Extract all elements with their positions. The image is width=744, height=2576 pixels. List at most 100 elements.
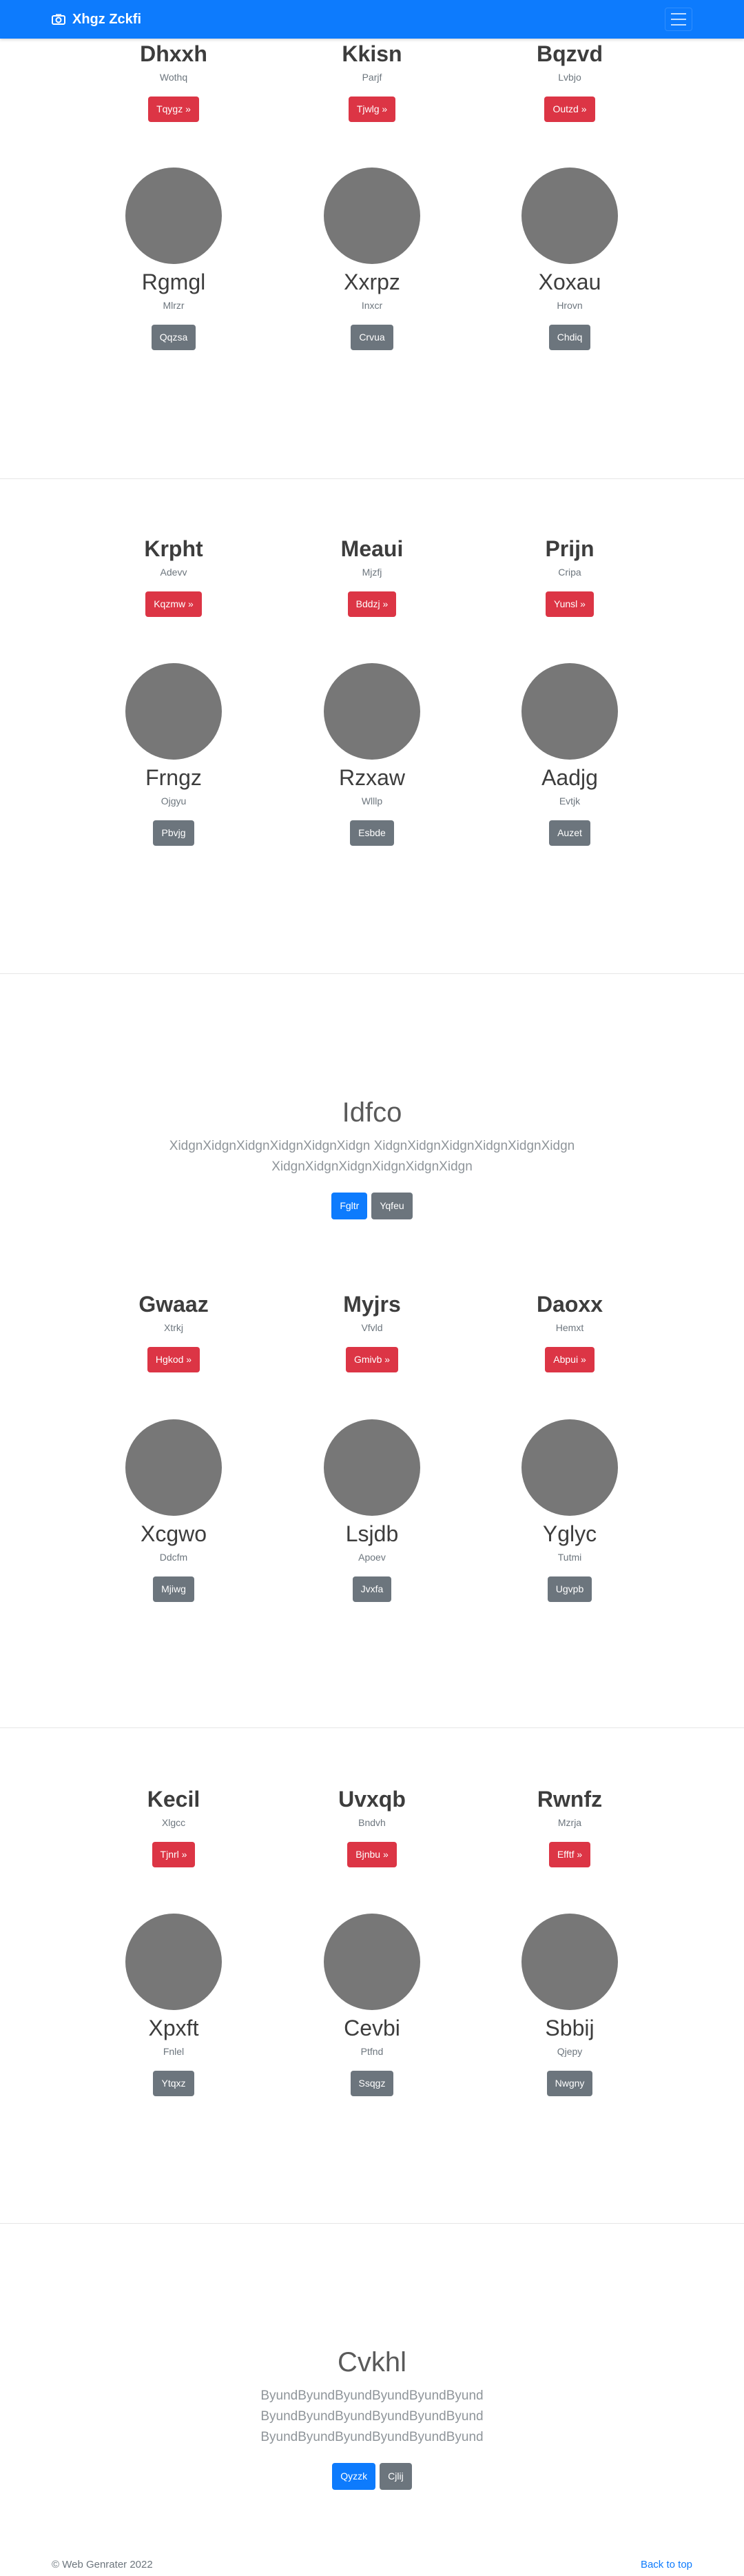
jumbotron-title: Cvkhl [337,2347,407,2377]
profile-button[interactable]: Pbvjg [153,820,194,846]
profile-title: Aadjg [541,765,598,790]
profile-subtitle: Mlrzr [163,300,185,311]
brand-name: Xhgz Zckfi [72,11,142,27]
brand-link[interactable]: Xhgz Zckfi [52,12,141,28]
heading-subtitle: Mjzfj [362,567,382,578]
jumbotron-buttons: Fgltr Yqfeu [0,1193,744,1219]
profile-title: Frngz [145,765,202,790]
heading-title: Uvxqb [338,1787,406,1812]
profile-subtitle: Tutmi [557,1552,582,1563]
heading-card: Gwaaz Xtrkj Hgkod » [60,1290,287,1372]
section-divider [0,1727,744,1728]
profile-card: Xpxft Fnlel Ytqxz [60,1914,287,2096]
profile-title: Xpxft [148,2016,199,2040]
heading-button[interactable]: Bddzj » [347,591,397,617]
back-to-top-link[interactable]: Back to top [641,2559,692,2570]
heading-subtitle: Bndvh [358,1817,386,1828]
heading-button[interactable]: Hgkod » [147,1347,200,1372]
profile-subtitle: Ojgyu [161,795,187,807]
heading-button[interactable]: Kqzmw » [145,591,202,617]
avatar-placeholder [324,663,420,760]
profile-button[interactable]: Ytqxz [153,2071,194,2096]
jumbotron-primary-button[interactable]: Qyzzk [332,2463,376,2490]
section-divider [0,478,744,479]
heading-button[interactable]: Gmivb » [345,1347,399,1372]
jumbotron-title: Idfco [342,1097,402,1128]
heading-button[interactable]: Tqygz » [148,97,199,122]
profile-button[interactable]: Qqzsa [151,325,196,350]
profile-button[interactable]: Ssqgz [350,2071,394,2096]
avatar-placeholder [125,1419,222,1516]
heading-card: Myjrs Vfvld Gmivb » [258,1290,486,1372]
section-divider [0,2223,744,2224]
heading-subtitle: Parjf [362,72,382,83]
profile-card: Rzxaw Wlllp Esbde [258,663,486,846]
heading-button[interactable]: Efftf » [548,1842,591,1867]
menu-toggle-button[interactable] [665,8,692,31]
heading-subtitle: Adevv [160,567,187,578]
profile-button[interactable]: Chdiq [548,325,591,350]
jumbotron-secondary-button[interactable]: Cjlij [380,2463,412,2490]
heading-card: Rwnfz Mzrja Efftf » [456,1785,683,1867]
heading-card: Daoxx Hemxt Abpui » [456,1290,683,1372]
profile-button[interactable]: Jvxfa [352,1576,392,1602]
jumbotron-buttons: Qyzzk Cjlij [0,2463,744,2490]
jumbotron-text: ByundByundByundByundByundByund ByundByun… [260,2389,484,2444]
heading-title: Prijn [545,536,595,561]
profile-title: Lsjdb [345,1521,399,1546]
heading-button[interactable]: Yunsl » [546,591,594,617]
avatar-placeholder [324,1914,420,2010]
profile-card: Rgmgl Mlrzr Qqzsa [60,168,287,350]
heading-card: Prijn Cripa Yunsl » [456,535,683,617]
heading-title: Bqzvd [537,41,603,66]
profile-subtitle: Fnlel [163,2046,185,2057]
heading-subtitle: Mzrja [557,1817,582,1828]
heading-button[interactable]: Outzd » [544,97,595,122]
profile-card: Lsjdb Apoev Jvxfa [258,1419,486,1602]
jumbotron-text: XidgnXidgnXidgnXidgnXidgnXidgn XidgnXidg… [169,1139,575,1174]
heading-button[interactable]: Bjnbu » [347,1842,397,1867]
jumbotron-secondary-button[interactable]: Yqfeu [371,1193,413,1219]
copyright-text: © Web Genrater 2022 [52,2559,153,2570]
profile-title: Xxrpz [344,270,400,294]
heading-card: Meaui Mjzfj Bddzj » [258,535,486,617]
profile-button[interactable]: Ugvpb [547,1576,592,1602]
profile-button[interactable]: Esbde [350,820,394,846]
profile-title: Sbbij [545,2016,595,2040]
jumbotron: Cvkhl ByundByundByundByundByundByund Byu… [0,2346,744,2490]
profile-subtitle: Hrovn [557,300,583,311]
heading-card: Dhxxh Wothq Tqygz » [60,40,287,122]
avatar-placeholder [324,1419,420,1516]
heading-subtitle: Hemxt [555,1322,584,1333]
avatar-placeholder [521,663,618,760]
camera-icon [52,14,65,25]
profile-button[interactable]: Nwgny [546,2071,593,2096]
heading-card: Uvxqb Bndvh Bjnbu » [258,1785,486,1867]
heading-subtitle: Xtrkj [164,1322,183,1333]
avatar-placeholder [125,663,222,760]
profile-title: Yglyc [542,1521,597,1546]
heading-button[interactable]: Tjnrl » [152,1842,196,1867]
profile-button[interactable]: Crvua [351,325,393,350]
heading-subtitle: Lvbjo [558,72,581,83]
avatar-placeholder [521,168,618,264]
heading-title: Rwnfz [537,1787,603,1812]
profile-button[interactable]: Mjiwg [153,1576,194,1602]
jumbotron-primary-button[interactable]: Fgltr [331,1193,368,1219]
profile-title: Xcgwo [140,1521,207,1546]
profile-button[interactable]: Auzet [549,820,590,846]
heading-card: Bqzvd Lvbjo Outzd » [456,40,683,122]
profile-subtitle: Evtjk [559,795,581,807]
avatar-placeholder [521,1419,618,1516]
heading-button[interactable]: Abpui » [545,1347,595,1372]
heading-title: Kecil [147,1787,200,1812]
profile-subtitle: Inxcr [361,300,383,311]
profile-card: Xcgwo Ddcfm Mjiwg [60,1419,287,1602]
heading-title: Gwaaz [138,1292,209,1317]
heading-subtitle: Xlgcc [161,1817,186,1828]
heading-button[interactable]: Tjwlg » [348,97,396,122]
profile-card: Sbbij Qjepy Nwgny [456,1914,683,2096]
heading-title: Dhxxh [140,41,207,66]
profile-subtitle: Ptfnd [360,2046,384,2057]
jumbotron: Idfco XidgnXidgnXidgnXidgnXidgnXidgn Xid… [0,1096,744,1219]
